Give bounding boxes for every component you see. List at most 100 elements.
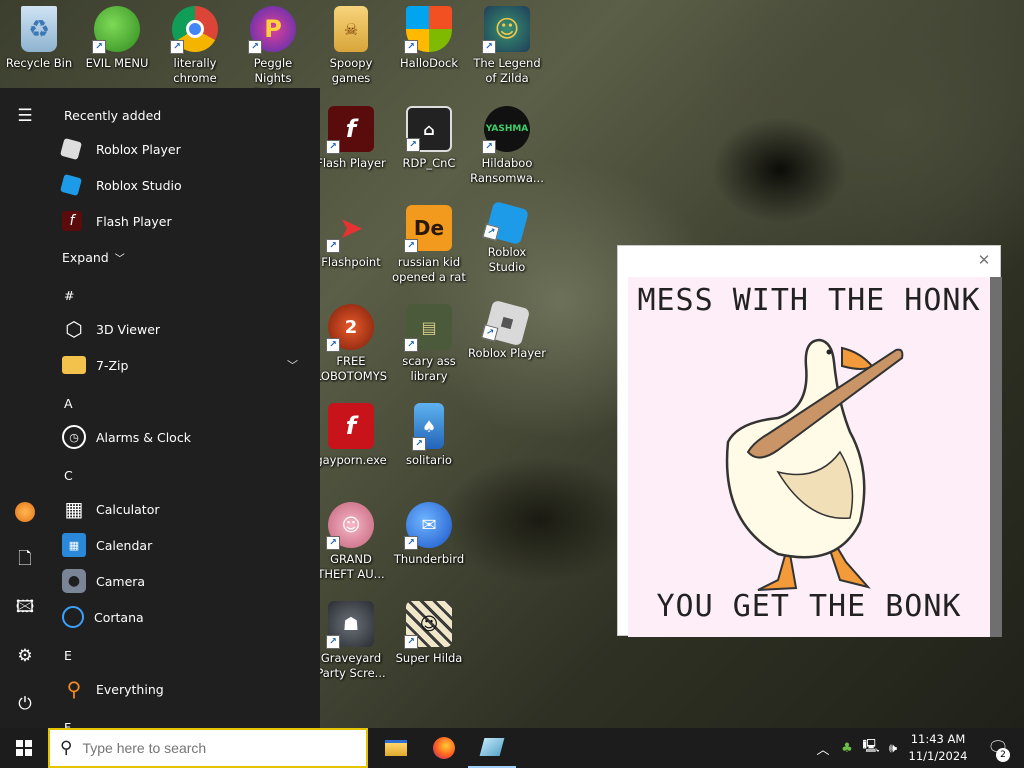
shortcut-arrow-icon: ↗	[404, 40, 418, 54]
close-button[interactable]: ✕	[974, 250, 994, 270]
camera-icon: ●	[62, 569, 86, 593]
folder-icon	[62, 356, 86, 374]
clock[interactable]: 11:43 AM 11/1/2024	[905, 731, 971, 765]
flash-icon: f ↗	[326, 106, 374, 154]
shortcut-arrow-icon: ↗	[406, 138, 420, 152]
flashpoint-icon: ➤ ↗	[326, 205, 374, 253]
app-item-roblox-player[interactable]: Roblox Player	[59, 131, 312, 167]
desktop-icon-super-hilda[interactable]: ☺ ↗ Super Hilda	[390, 601, 468, 666]
desktop-icon-chrome[interactable]: ↗ literally chrome	[156, 6, 234, 86]
notification-badge: 2	[996, 748, 1010, 762]
app-item-flash-player[interactable]: f Flash Player	[62, 203, 312, 239]
popup-scrollbar[interactable]	[990, 277, 1002, 637]
shortcut-arrow-icon: ↗	[482, 40, 496, 54]
app-item-cortana[interactable]: Cortana	[62, 599, 312, 635]
hamburger-icon: ☰	[17, 106, 33, 126]
section-letter-e[interactable]: E	[64, 648, 72, 663]
windows-logo-icon	[16, 740, 32, 756]
super-hilda-icon: ☺ ↗	[404, 601, 452, 649]
desktop-icon-solitario[interactable]: ♠ ↗ solitario	[390, 403, 468, 468]
shortcut-arrow-icon: ↗	[326, 635, 340, 649]
desktop-icon-hallodock[interactable]: ↗ HalloDock	[390, 6, 468, 71]
desktop-icon-roblox-player[interactable]: ↗ Roblox Player	[468, 299, 546, 361]
expand-button[interactable]: Expand ﹀	[62, 239, 312, 275]
power-button[interactable]: ⏻	[0, 684, 50, 724]
app-item-calendar[interactable]: ▦ Calendar	[62, 527, 312, 563]
desktop-icon-recycle-bin[interactable]: ♻ Recycle Bin	[0, 6, 78, 71]
app-item-calculator[interactable]: ▦ Calculator	[62, 491, 312, 527]
app-item-camera[interactable]: ● Camera	[62, 563, 312, 599]
roblox-player-icon: ↗	[481, 299, 531, 347]
clock-date: 11/1/2024	[908, 749, 968, 763]
desktop-icon-graveyard[interactable]: ☗ ↗ Graveyard Party Scre...	[312, 601, 390, 681]
shortcut-arrow-icon: ↗	[404, 635, 418, 649]
tray-app-button[interactable]: ♣	[836, 728, 858, 768]
shortcut-arrow-icon: ↗	[326, 536, 340, 550]
search-box[interactable]: ⚲	[48, 728, 368, 768]
rdp-icon: ⌂ ↗	[406, 106, 452, 152]
search-input[interactable]	[82, 740, 333, 756]
app-item-alarms-clock[interactable]: ◷ Alarms & Clock	[62, 419, 312, 455]
calendar-icon: ▦	[62, 533, 86, 557]
app-item-7-zip[interactable]: 7-Zip ﹀	[62, 347, 312, 383]
settings-button[interactable]: ⚙	[0, 636, 50, 676]
app-list[interactable]: Recently added Roblox Player Roblox Stud…	[50, 88, 320, 728]
app-item-3d-viewer[interactable]: ⬡ 3D Viewer	[62, 311, 312, 347]
meme-top-text: MESS WITH THE HONK	[637, 283, 981, 318]
network-button[interactable]: 🖳	[860, 728, 882, 768]
desktop-icon-rdp-cnc[interactable]: ⌂ ↗ RDP_CnC	[390, 106, 468, 171]
section-letter-f[interactable]: F	[64, 720, 71, 728]
start-button[interactable]	[0, 728, 48, 768]
folder-icon	[385, 740, 407, 756]
desktop-icon-gta[interactable]: ☺ ↗ GRAND THEFT AU...	[312, 502, 390, 582]
document-icon: 🗋	[18, 548, 32, 569]
user-account-button[interactable]	[0, 492, 50, 532]
shortcut-arrow-icon: ↗	[404, 239, 418, 253]
hamburger-menu-button[interactable]: ☰	[0, 96, 50, 136]
section-letter-hash[interactable]: #	[64, 288, 74, 303]
meme-popup-window: ✕ MESS WITH THE HONK YOU GET THE BONK	[617, 245, 1002, 637]
solitario-icon: ♠ ↗	[412, 403, 444, 451]
desktop-icon-roblox-studio[interactable]: ↗ Roblox Studio	[468, 200, 546, 275]
start-menu-rail: ☰ 🗋 🖾 ⚙ ⏻	[0, 88, 50, 728]
desktop-icon-flashpoint[interactable]: ➤ ↗ Flashpoint	[312, 205, 390, 270]
volume-button[interactable]: 🕪	[882, 728, 904, 768]
shortcut-arrow-icon: ↗	[481, 324, 499, 342]
shortcut-arrow-icon: ↗	[412, 437, 426, 451]
flash-icon: f	[62, 211, 82, 231]
chevron-down-icon[interactable]: ﹀	[287, 357, 298, 373]
section-letter-a[interactable]: A	[64, 396, 73, 411]
library-icon: ▤ ↗	[404, 304, 452, 352]
taskbar-app-active[interactable]	[468, 728, 516, 768]
desktop-icon-evil-menu[interactable]: ↗ EVIL MENU	[78, 6, 156, 71]
desktop-icon-gayporn-exe[interactable]: f gayporn.exe	[312, 403, 390, 468]
avatar	[15, 502, 35, 522]
zelda-icon: ☺ ↗	[482, 6, 530, 54]
desktop-icon-legend-of-zilda[interactable]: ☺ ↗ The Legend of Zilda	[468, 6, 546, 86]
cortana-icon	[62, 606, 84, 628]
gear-icon: ⚙	[17, 646, 33, 666]
desktop-icon-flash-player[interactable]: f ↗ Flash Player	[312, 106, 390, 171]
desktop-icon-hildaboo[interactable]: YASHMA ↗ Hildaboo Ransomwa...	[468, 106, 546, 186]
section-letter-c[interactable]: C	[64, 468, 73, 483]
desktop-icon-free-lobotomys[interactable]: 2 ↗ FREE LOBOTOMYS	[312, 304, 390, 384]
taskbar-firefox[interactable]	[420, 728, 468, 768]
desktop-icon-thunderbird[interactable]: ✉ ↗ Thunderbird	[390, 502, 468, 567]
desktop-icon-scary-library[interactable]: ▤ ↗ scary ass library	[390, 304, 468, 384]
shortcut-arrow-icon: ↗	[326, 140, 340, 154]
show-hidden-icons-button[interactable]: ︿	[812, 728, 834, 768]
app-item-everything[interactable]: ⚲ Everything	[62, 671, 312, 707]
taskbar-file-explorer[interactable]	[372, 728, 420, 768]
desktop-icon-spoopy-games[interactable]: ☠ Spoopy games	[312, 6, 390, 86]
taskbar: ⚲ ︿ ♣ 🖳 🕪 11:43 AM 11/1/2024 🗨 2	[0, 728, 1024, 768]
flash-exe-icon: f	[328, 403, 374, 449]
shortcut-arrow-icon: ↗	[326, 338, 340, 352]
meme-image: MESS WITH THE HONK YOU GET THE BONK	[628, 277, 990, 637]
desktop-icon-russian-kid[interactable]: De ↗ russian kid opened a rat	[390, 205, 468, 285]
desktop-icon-peggle[interactable]: P↗ Peggle Nights Deluxe	[234, 6, 312, 101]
shortcut-arrow-icon: ↗	[248, 40, 262, 54]
pictures-button[interactable]: 🖾	[0, 588, 50, 628]
notification-center-button[interactable]: 🗨 2	[978, 728, 1018, 768]
documents-button[interactable]: 🗋	[0, 540, 50, 580]
app-item-roblox-studio[interactable]: Roblox Studio	[59, 167, 312, 203]
